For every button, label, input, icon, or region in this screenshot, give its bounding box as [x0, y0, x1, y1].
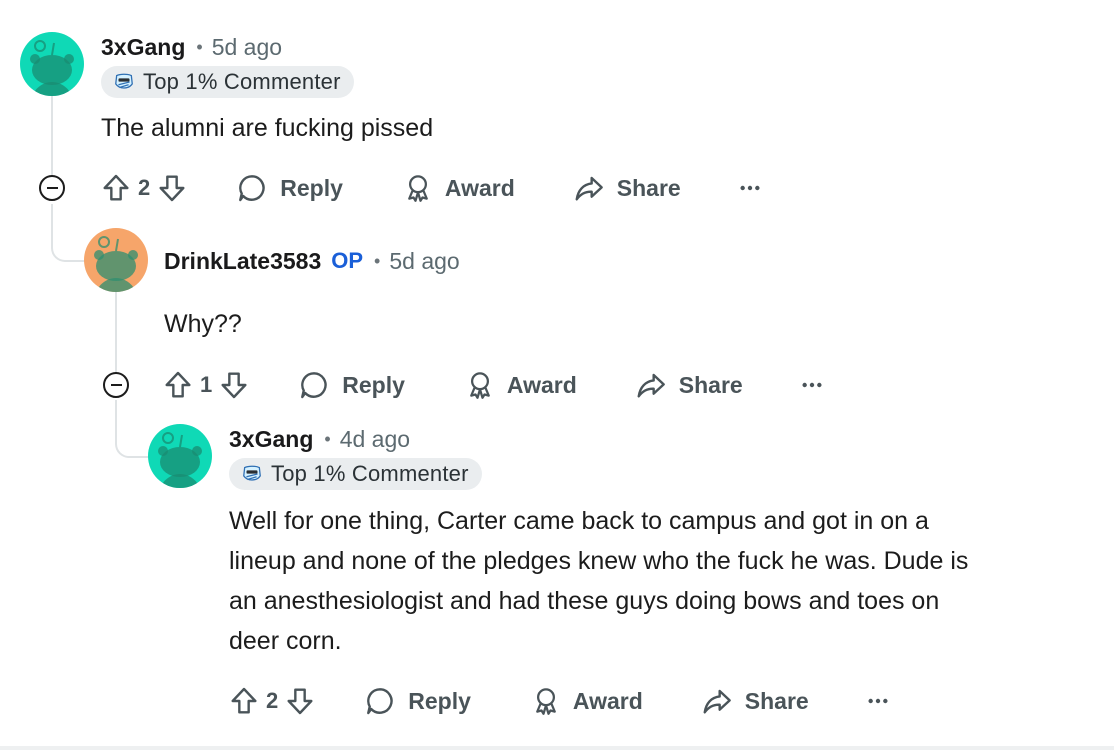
- share-icon: [573, 172, 605, 204]
- share-icon: [701, 685, 733, 717]
- downvote-icon: [218, 369, 250, 401]
- upvote-button[interactable]: [100, 170, 132, 206]
- more-options-button[interactable]: [801, 381, 823, 389]
- vote-score: 1: [200, 372, 213, 397]
- reply-icon: [298, 369, 330, 401]
- comment-actions: 1 Reply Award Share: [162, 365, 823, 405]
- timestamp[interactable]: 5d ago: [389, 248, 459, 275]
- more-icon: [867, 697, 889, 705]
- reply-button[interactable]: Reply: [364, 685, 471, 717]
- badge-icon: [113, 71, 135, 93]
- more-icon: [739, 184, 761, 192]
- username[interactable]: 3xGang: [101, 34, 185, 61]
- op-tag: OP: [331, 248, 364, 273]
- comment-text-line: Well for one thing, Carter came back to …: [229, 507, 929, 535]
- thread-line: [51, 96, 53, 175]
- avatar[interactable]: [84, 228, 148, 292]
- separator-dot: •: [324, 428, 331, 449]
- award-icon: [403, 172, 433, 204]
- collapse-button[interactable]: [103, 372, 129, 398]
- username[interactable]: DrinkLate3583: [164, 248, 321, 275]
- share-label: Share: [678, 371, 743, 398]
- share-label: Share: [744, 687, 809, 714]
- collapse-button[interactable]: [39, 175, 65, 201]
- more-options-button[interactable]: [867, 697, 889, 705]
- vote-score: 2: [138, 175, 151, 200]
- vote-group: 2: [228, 683, 316, 719]
- comment-text: Why??: [164, 310, 242, 338]
- reply-label: Reply: [342, 371, 405, 398]
- more-icon: [801, 381, 823, 389]
- badge-icon: [241, 463, 263, 485]
- share-icon: [635, 369, 667, 401]
- award-icon: [531, 685, 561, 717]
- downvote-button[interactable]: [284, 683, 316, 719]
- more-options-button[interactable]: [739, 184, 761, 192]
- comment-actions: 2 Reply Award Share: [228, 681, 889, 721]
- bottom-divider: [0, 746, 1114, 750]
- reply-button[interactable]: Reply: [236, 172, 343, 204]
- award-label: Award: [506, 371, 577, 398]
- separator-dot: •: [196, 36, 203, 57]
- avatar[interactable]: [148, 424, 212, 488]
- avatar[interactable]: [20, 32, 84, 96]
- comment-header: DrinkLate3583 OP • 5d ago: [164, 246, 460, 276]
- comment-body: Why??: [164, 304, 242, 344]
- badge-label: Top 1% Commenter: [271, 461, 469, 486]
- comment-actions: 2 Reply Award Share: [100, 168, 761, 208]
- share-button[interactable]: Share: [573, 172, 681, 204]
- commenter-badge: Top 1% Commenter: [229, 458, 482, 490]
- thread-connector: [51, 204, 85, 262]
- downvote-button[interactable]: [218, 367, 250, 403]
- award-label: Award: [444, 174, 515, 201]
- reply-label: Reply: [408, 687, 471, 714]
- username[interactable]: 3xGang: [229, 426, 313, 453]
- comment-body: The alumni are fucking pissed: [101, 108, 433, 148]
- badge-label: Top 1% Commenter: [143, 69, 341, 94]
- upvote-icon: [100, 172, 132, 204]
- downvote-button[interactable]: [156, 170, 188, 206]
- timestamp[interactable]: 5d ago: [212, 34, 282, 61]
- reply-button[interactable]: Reply: [298, 369, 405, 401]
- award-label: Award: [572, 687, 643, 714]
- comment-text-line: lineup and none of the pledges knew who …: [229, 547, 969, 575]
- upvote-button[interactable]: [228, 683, 260, 719]
- thread-connector: [115, 400, 149, 458]
- upvote-button[interactable]: [162, 367, 194, 403]
- downvote-icon: [156, 172, 188, 204]
- vote-group: 1: [162, 367, 250, 403]
- upvote-icon: [162, 369, 194, 401]
- comment-text-line: deer corn.: [229, 627, 342, 655]
- comment-text-line: an anesthesiologist and had these guys d…: [229, 587, 940, 615]
- award-button[interactable]: Award: [403, 172, 515, 204]
- reply-label: Reply: [280, 174, 343, 201]
- vote-group: 2: [100, 170, 188, 206]
- minus-icon: [110, 384, 122, 386]
- comment-text: The alumni are fucking pissed: [101, 114, 434, 142]
- minus-icon: [46, 187, 58, 189]
- upvote-icon: [228, 685, 260, 717]
- commenter-badge: Top 1% Commenter: [101, 66, 354, 98]
- thread-line: [115, 292, 117, 372]
- vote-score: 2: [266, 688, 279, 713]
- share-button[interactable]: Share: [635, 369, 743, 401]
- timestamp[interactable]: 4d ago: [340, 426, 410, 453]
- comment-header: 3xGang • 4d ago: [229, 424, 410, 454]
- share-label: Share: [616, 174, 681, 201]
- reply-icon: [236, 172, 268, 204]
- separator-dot: •: [374, 250, 381, 271]
- comment-body: Well for one thing, Carter came back to …: [229, 501, 1099, 661]
- comment-header: 3xGang • 5d ago: [101, 32, 282, 62]
- award-icon: [465, 369, 495, 401]
- share-button[interactable]: Share: [701, 685, 809, 717]
- reply-icon: [364, 685, 396, 717]
- downvote-icon: [284, 685, 316, 717]
- award-button[interactable]: Award: [465, 369, 577, 401]
- award-button[interactable]: Award: [531, 685, 643, 717]
